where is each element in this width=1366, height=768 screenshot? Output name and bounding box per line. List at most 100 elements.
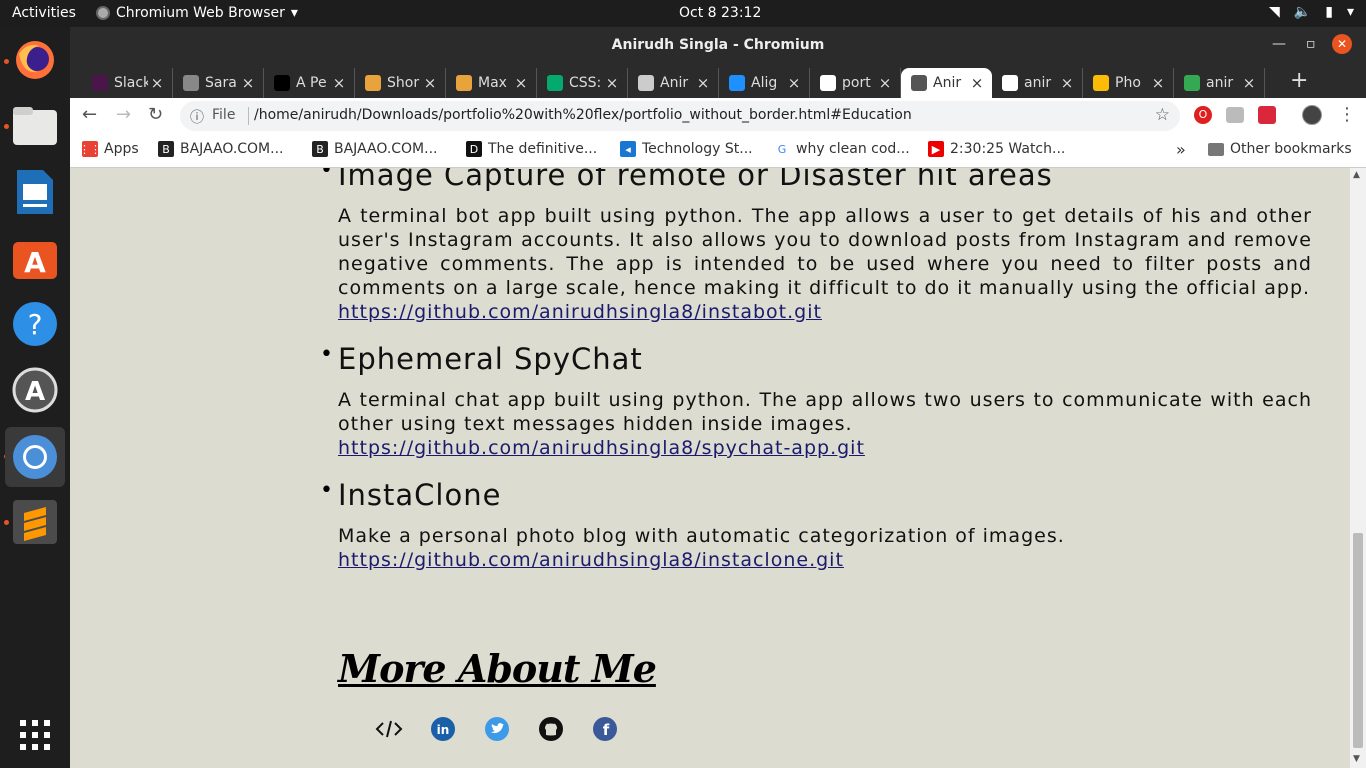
system-tray[interactable]: ◥ 🔈 ▮ ▾ [1269,4,1354,20]
tab[interactable]: A Pe × [264,68,355,98]
bookmark-label: Technology St... [642,141,753,157]
project-link[interactable]: https://github.com/anirudhsingla8/spycha… [338,436,1312,460]
tab[interactable]: Shor × [355,68,446,98]
software-center-icon[interactable]: A [10,233,60,283]
volume-icon: 🔈 [1293,4,1312,20]
close-window-button[interactable]: ✕ [1332,34,1352,54]
firefox-icon[interactable] [10,35,60,85]
new-tab-button[interactable]: + [1290,68,1308,93]
close-icon[interactable]: × [512,74,530,92]
info-icon[interactable]: ⓘ [190,107,204,127]
bookmark-item[interactable]: Gwhy clean cod... [774,141,910,157]
globe-icon [638,75,654,91]
close-icon[interactable]: × [694,74,712,92]
menu-kebab-icon[interactable]: ⋮ [1338,104,1356,125]
app-menu[interactable]: Chromium Web Browser ▾ [96,5,298,21]
twitter-icon[interactable] [478,713,516,745]
bookmark-item[interactable]: B BAJAAO.COM... [158,141,284,157]
sublime-text-icon[interactable] [10,497,60,547]
scrollbar-thumb[interactable] [1353,533,1363,748]
tab[interactable]: Sara × [173,68,264,98]
project-link[interactable]: https://github.com/anirudhsingla8/instac… [338,548,1312,572]
window-title-bar[interactable]: Anirudh Singla - Chromium — ▫ ✕ [70,27,1366,64]
svg-text:in: in [437,723,450,737]
scroll-down-arrow-icon[interactable]: ▼ [1353,754,1360,764]
close-icon[interactable]: × [968,74,986,92]
close-icon[interactable]: × [1149,74,1167,92]
github-icon[interactable] [532,713,570,745]
pdf-extension-icon[interactable] [1258,106,1276,124]
tab-label: Alig [751,75,778,91]
tab[interactable]: Max × [446,68,537,98]
project-description: A terminal chat app built using python. … [338,389,1312,435]
maximize-button[interactable]: ▫ [1306,36,1316,52]
tab[interactable]: Anir × [628,68,719,98]
chromium-icon[interactable] [5,427,65,487]
project-item: • Image Capture of remote or Disaster hi… [320,168,1312,324]
bookmark-item[interactable]: B BAJAAO.COM... [312,141,438,157]
project-title: Ephemeral SpyChat [338,342,643,376]
bookmarks-overflow-button[interactable]: » [1176,140,1186,159]
project-link[interactable]: https://github.com/anirudhsingla8/instab… [338,300,1312,324]
clock[interactable]: Oct 8 23:12 [679,5,761,21]
code-icon[interactable] [370,713,408,745]
bookmark-star-icon[interactable]: ☆ [1155,105,1170,125]
show-apps-icon[interactable] [10,710,60,760]
facebook-icon[interactable]: f [586,713,624,745]
close-icon[interactable]: × [421,74,439,92]
url-text[interactable]: /home/anirudh/Downloads/portfolio%20with… [254,107,912,123]
back-button[interactable]: ← [82,104,97,125]
s-icon [183,75,199,91]
close-icon[interactable]: × [785,74,803,92]
system-top-bar: Activities Chromium Web Browser ▾ Oct 8 … [0,0,1366,27]
software-updater-icon[interactable]: A [10,365,60,415]
other-bookmarks-folder[interactable]: Other bookmarks [1208,141,1352,157]
divider [248,107,249,125]
address-bar[interactable]: ⓘ File /home/anirudh/Downloads/portfolio… [180,101,1180,131]
wifi-icon: ◥ [1269,4,1280,20]
close-icon[interactable]: × [876,74,894,92]
linkedin-icon[interactable]: in [424,713,462,745]
bookmark-item[interactable]: ⋮⋮ Apps [79,141,139,157]
close-icon[interactable]: × [1240,74,1258,92]
tab[interactable]: CSS: × [537,68,628,98]
tab[interactable]: Slack × [82,68,173,98]
close-icon[interactable]: × [603,74,621,92]
bookmark-item[interactable]: D The definitive... [466,141,597,157]
forward-button[interactable]: → [116,104,131,125]
tab-label: Slack [114,75,148,91]
libreoffice-impress-icon[interactable] [10,167,60,217]
tab-label: Anir [933,75,962,91]
close-icon[interactable]: × [148,74,166,92]
bookmark-item[interactable]: ◂ Technology St... [620,141,753,157]
bookmark-item[interactable]: ▶ 2:30:25 Watch... [928,141,1065,157]
tab[interactable]: anir × [1174,68,1265,98]
tab[interactable]: Alig × [719,68,810,98]
close-icon[interactable]: × [239,74,257,92]
page-scrollbar[interactable]: ▲ ▼ [1350,168,1366,768]
reload-button[interactable]: ↻ [148,104,163,125]
activities-button[interactable]: Activities [12,5,76,21]
tab[interactable]: anir × [992,68,1083,98]
github-icon [820,75,836,91]
adblock-extension-icon[interactable]: O [1194,106,1212,124]
project-item: • Ephemeral SpyChat A terminal chat app … [320,342,1312,460]
window-title: Anirudh Singla - Chromium [611,37,825,53]
tab[interactable]: port × [810,68,901,98]
slack-icon [92,75,108,91]
minimize-button[interactable]: — [1272,36,1286,52]
help-icon[interactable]: ? [10,299,60,349]
stack-icon [729,75,745,91]
tab[interactable]: Anir × [901,68,992,98]
avatar[interactable] [1302,105,1322,125]
close-icon[interactable]: × [330,74,348,92]
close-icon[interactable]: × [1058,74,1076,92]
extension-icon[interactable] [1226,107,1244,123]
bookmark-label: BAJAAO.COM... [180,141,284,157]
tab[interactable]: Pho × [1083,68,1174,98]
scroll-up-arrow-icon[interactable]: ▲ [1353,170,1360,180]
bookmark-label: BAJAAO.COM... [334,141,438,157]
scheme-label: File [212,107,236,123]
files-icon[interactable] [10,101,60,151]
tab-label: Sara [205,75,237,91]
